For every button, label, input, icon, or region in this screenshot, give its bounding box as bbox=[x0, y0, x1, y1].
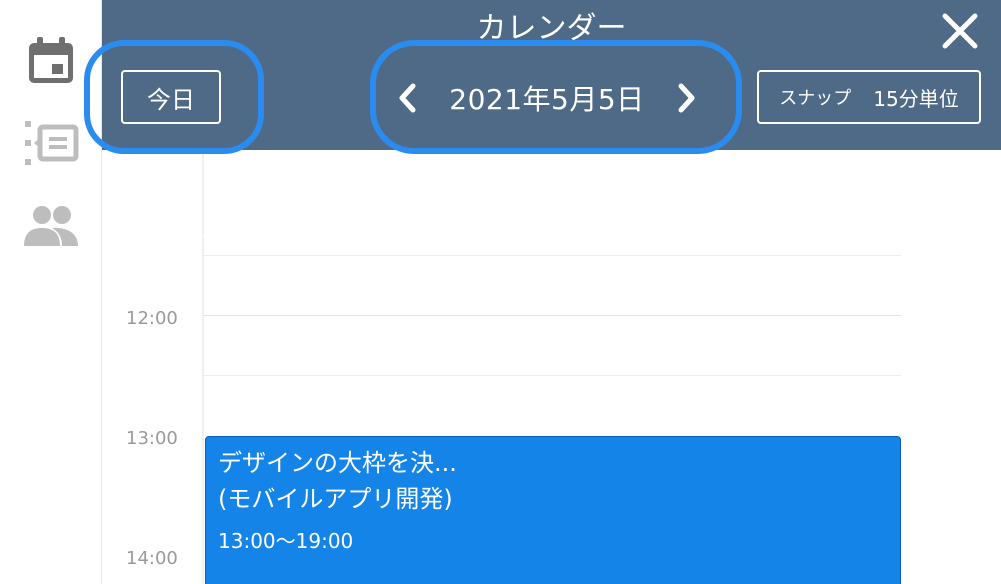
calendar-header: カレンダー 今日 2021年5月5日 スナップ 15分単位 bbox=[102, 0, 1001, 150]
calendar-icon bbox=[29, 37, 73, 83]
next-day-button[interactable] bbox=[672, 78, 702, 118]
grid-line bbox=[204, 375, 901, 376]
calendar-event[interactable]: デザインの大枠を決... (モバイルアプリ開発) 13:00〜19:00 bbox=[205, 436, 901, 584]
event-title: デザインの大枠を決... bbox=[218, 449, 457, 477]
sidebar-item-list[interactable] bbox=[22, 116, 80, 170]
today-button[interactable]: 今日 bbox=[121, 70, 221, 124]
timeline-divider-top bbox=[202, 150, 204, 235]
date-navigator: 2021年5月5日 bbox=[392, 70, 702, 126]
current-date: 2021年5月5日 bbox=[449, 83, 645, 116]
grid-line bbox=[204, 255, 901, 256]
sidebar bbox=[0, 0, 102, 584]
time-label: 13:00 bbox=[126, 428, 178, 449]
chevron-left-icon bbox=[399, 83, 416, 113]
close-icon bbox=[942, 13, 978, 49]
time-label: 14:00 bbox=[126, 548, 178, 569]
chevron-right-icon bbox=[678, 83, 695, 113]
people-icon bbox=[24, 206, 78, 246]
prev-day-button[interactable] bbox=[392, 78, 422, 118]
list-icon bbox=[25, 121, 79, 165]
sidebar-item-calendar[interactable] bbox=[22, 34, 80, 88]
sidebar-item-people[interactable] bbox=[22, 198, 80, 252]
page-title: カレンダー bbox=[476, 11, 627, 46]
snap-label: スナップ bbox=[779, 88, 852, 109]
close-button[interactable] bbox=[941, 12, 979, 50]
event-project: (モバイルアプリ開発) bbox=[218, 485, 453, 513]
time-label: 12:00 bbox=[126, 308, 178, 329]
event-time: 13:00〜19:00 bbox=[218, 529, 354, 553]
grid-line-hour bbox=[204, 315, 901, 316]
timeline-divider bbox=[202, 236, 204, 584]
snap-value: 15分単位 bbox=[873, 86, 959, 111]
snap-interval-button[interactable]: スナップ 15分単位 bbox=[757, 70, 981, 124]
